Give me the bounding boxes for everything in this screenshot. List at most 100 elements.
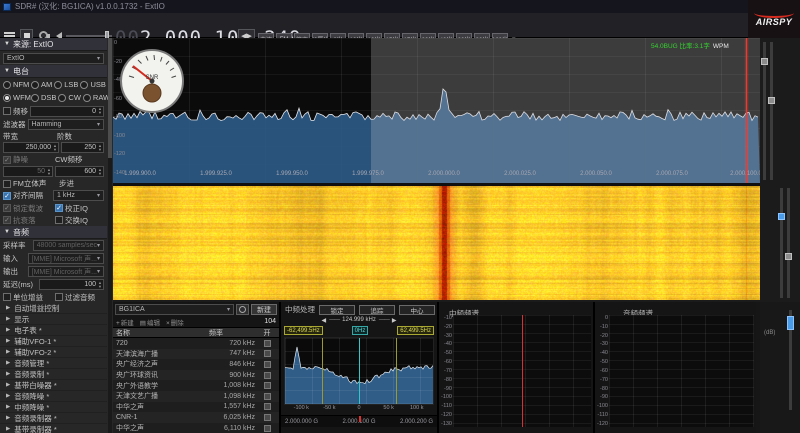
section-audio-manager[interactable]: ▶音频管理 *: [0, 358, 107, 369]
shift-input[interactable]: 0▲▼: [30, 106, 104, 117]
mode-dsb[interactable]: DSB: [31, 93, 56, 102]
range-slider[interactable]: [789, 310, 792, 410]
table-row[interactable]: 天津文艺广播1,098 kHz: [113, 391, 279, 402]
sidebar-scrollbar[interactable]: [108, 38, 112, 433]
spectrum-display[interactable]: 0-20 -40-60 -80-100 -120-140 1.999.900.0…: [113, 38, 760, 183]
if-mini-spectrum[interactable]: [284, 337, 434, 405]
section-audio-record[interactable]: ▶音频录制 *: [0, 369, 107, 380]
audio-output-select[interactable]: [MME] Microsoft 声...▾: [28, 266, 104, 277]
section-aux-vfo-1[interactable]: ▶辅助VFO-1 *: [0, 336, 107, 347]
row-checkbox[interactable]: [264, 340, 271, 347]
center-button[interactable]: 中心: [399, 305, 435, 315]
row-checkbox[interactable]: [264, 372, 271, 379]
filter-audio-checkbox[interactable]: [55, 293, 63, 301]
filter-low-edge-chip[interactable]: -62,499.5Hz: [284, 326, 323, 335]
frequency-manager-gear-icon[interactable]: [236, 304, 249, 315]
table-row[interactable]: 央广环球资讯900 kHz: [113, 370, 279, 381]
spectrum-contrast-slider[interactable]: [770, 42, 773, 180]
section-display[interactable]: ▶显示: [0, 314, 107, 325]
waterfall-zoom-slider[interactable]: [780, 188, 783, 298]
step-select[interactable]: 1 kHz▾: [53, 190, 104, 201]
waterfall-display[interactable]: [113, 186, 760, 300]
table-row[interactable]: 720720 kHz: [113, 338, 279, 349]
unity-gain-label: 单位增益: [13, 292, 53, 303]
row-checkbox[interactable]: [264, 361, 271, 368]
action-delete[interactable]: ×删除: [166, 317, 184, 327]
section-baseband-noise-blanker[interactable]: ▶基带白噪器 *: [0, 380, 107, 391]
lock-carrier-label: 锁定载波: [13, 203, 53, 214]
shift-checkbox[interactable]: [3, 107, 11, 115]
action-edit[interactable]: ▤编辑: [140, 317, 160, 327]
filter-edge-line[interactable]: [396, 338, 397, 404]
mode-usb[interactable]: USB: [80, 80, 105, 89]
table-row[interactable]: 央广经济之声846 kHz: [113, 359, 279, 370]
mode-nfm[interactable]: NFM: [3, 80, 29, 89]
mode-lsb[interactable]: LSB: [54, 80, 78, 89]
track-button[interactable]: 追踪: [359, 305, 395, 315]
new-frequency-button[interactable]: 新建: [251, 304, 277, 315]
mode-raw[interactable]: RAW: [83, 93, 109, 102]
section-if-noise-reduction[interactable]: ▶中频降噪 *: [0, 402, 107, 413]
row-checkbox[interactable]: [264, 403, 271, 410]
anti-fading-checkbox[interactable]: ✓: [3, 216, 11, 224]
filter-edge-line[interactable]: [322, 338, 323, 404]
mode-cw[interactable]: CW: [58, 93, 81, 102]
filter-high-edge-chip[interactable]: 62,499.5Hz: [397, 326, 434, 335]
table-row[interactable]: 中华之声6,110 kHz: [113, 423, 279, 433]
bandwidth-input[interactable]: 250,000▲▼: [3, 142, 59, 153]
volume-slider[interactable]: [66, 35, 112, 37]
swap-iq-checkbox[interactable]: [55, 216, 63, 224]
table-row[interactable]: 中华之声1,557 kHz: [113, 402, 279, 413]
order-input[interactable]: 250▲▼: [61, 142, 104, 153]
snap-checkbox[interactable]: ✓: [3, 192, 11, 200]
samplerate-select[interactable]: 48000 samples/sec▾: [33, 240, 104, 251]
row-checkbox[interactable]: [264, 350, 271, 357]
cw-shift-input[interactable]: 600▲▼: [55, 166, 104, 177]
lock-button[interactable]: 锁定: [319, 305, 355, 315]
audio-input-select[interactable]: [MME] Microsoft 声...▾: [28, 253, 104, 264]
source-select[interactable]: ExtIO▾: [3, 53, 104, 64]
unity-gain-checkbox[interactable]: [3, 293, 11, 301]
if-spectrum-panel: 中频频谱 -10-20 -30-40 -50-60 -70-80 -90-100…: [439, 302, 595, 433]
row-checkbox[interactable]: [264, 414, 271, 421]
table-row[interactable]: 央广外语教学1,008 kHz: [113, 380, 279, 391]
airspy-logo: AIRSPY: [748, 0, 800, 38]
section-baseband-recorder[interactable]: ▶基带录制器 *: [0, 424, 107, 433]
section-audio-recorder[interactable]: ▶音频录制器 *: [0, 413, 107, 424]
table-row[interactable]: CNR-16,025 kHz: [113, 412, 279, 423]
mode-wfm[interactable]: WFM: [3, 93, 29, 102]
correct-iq-checkbox[interactable]: ✓: [55, 204, 63, 212]
latency-input[interactable]: 100▲▼: [39, 279, 104, 290]
row-checkbox[interactable]: [264, 382, 271, 389]
mode-am[interactable]: AM: [31, 80, 52, 89]
spectrum-zoom-slider[interactable]: [763, 42, 766, 180]
action-new[interactable]: +新建: [116, 317, 134, 327]
squelch-input[interactable]: 50▲▼: [3, 166, 53, 177]
frequency-group-select[interactable]: BG1ICA▾: [115, 304, 234, 315]
audio-spectrum-plot[interactable]: [609, 315, 754, 427]
table-row[interactable]: 天津滨海广播747 kHz: [113, 349, 279, 360]
waterfall-contrast-slider[interactable]: [787, 188, 790, 298]
radio-section-header[interactable]: ▼电台: [0, 65, 107, 78]
source-section-header[interactable]: ▼来源: ExtIO: [0, 38, 107, 51]
fm-stereo-checkbox[interactable]: [3, 180, 11, 188]
lock-carrier-checkbox[interactable]: ✓: [3, 204, 11, 212]
audio-section-header[interactable]: ▼音频: [0, 226, 107, 239]
filter-select[interactable]: Hamming▾: [28, 119, 105, 130]
row-checkbox[interactable]: [264, 393, 271, 400]
edit-icon: ▤: [140, 320, 146, 327]
section-agc[interactable]: ▶自动增益控制: [0, 303, 107, 314]
if-spectrum-plot[interactable]: [453, 315, 591, 427]
section-clock[interactable]: ▶电子表 *: [0, 325, 107, 336]
section-aux-vfo-2[interactable]: ▶辅助VFO-2 *: [0, 347, 107, 358]
spectrum-highlight-region: [371, 38, 760, 183]
frequency-table-header[interactable]: 名称 频率 开: [113, 327, 279, 338]
correct-iq-label: 校正IQ: [65, 203, 88, 214]
tuning-line[interactable]: [746, 38, 747, 183]
squelch-checkbox[interactable]: ✓: [3, 156, 11, 164]
fm-stereo-label: FM立体声: [13, 178, 57, 189]
center-offset-chip[interactable]: 0Hz: [352, 326, 369, 335]
sidebar: ▼来源: ExtIO ExtIO▾ ▼电台 NFM AM LSB USB WFM…: [0, 38, 113, 433]
row-checkbox[interactable]: [264, 425, 271, 432]
section-audio-noise-reduction[interactable]: ▶音频降噪 *: [0, 391, 107, 402]
